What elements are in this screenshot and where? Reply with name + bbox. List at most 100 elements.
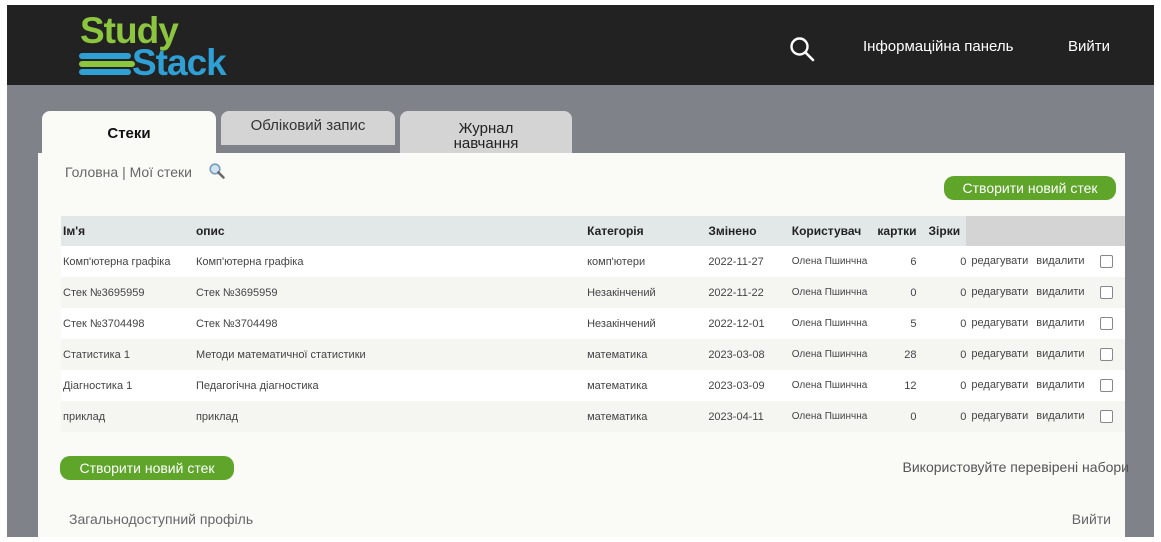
cell-modified: 2022-11-27 <box>708 246 792 277</box>
cell-modified: 2023-03-08 <box>708 339 792 370</box>
column-header-name[interactable]: Ім'я <box>61 216 196 246</box>
magnifier-icon[interactable] <box>208 162 226 180</box>
cell-cards: 6 <box>872 246 921 277</box>
verified-sets-link[interactable]: Використовуйте перевірені набори <box>903 459 1129 475</box>
delete-link[interactable]: видалити <box>1036 255 1084 267</box>
cell-category: математика <box>587 370 709 401</box>
cell-name[interactable]: Статистика 1 <box>61 339 196 370</box>
row-checkbox[interactable] <box>1099 348 1113 361</box>
cell-stars: 0 <box>920 339 967 370</box>
cell-user[interactable]: Олена Пшинчна <box>791 277 873 308</box>
cell-actions: редагувати видалити <box>966 246 1125 277</box>
cell-category: комп'ютери <box>587 246 709 277</box>
cell-cards: 28 <box>872 339 921 370</box>
cell-user[interactable]: Олена Пшинчна <box>791 246 873 277</box>
cell-description: Комп'ютерна графіка <box>195 246 588 277</box>
cell-name[interactable]: Діагностика 1 <box>61 370 196 401</box>
row-checkbox[interactable] <box>1099 410 1113 423</box>
logo[interactable]: Study Stack <box>77 11 257 83</box>
cell-description: Стек №3695959 <box>195 277 588 308</box>
cell-category: Незакінчений <box>587 308 709 339</box>
cell-cards: 12 <box>872 370 921 401</box>
cell-user[interactable]: Олена Пшинчна <box>791 370 873 401</box>
cell-user[interactable]: Олена Пшинчна <box>791 339 873 370</box>
create-stack-button-bottom[interactable]: Створити новий стек <box>60 456 234 480</box>
column-header-stars[interactable]: Зірки <box>920 216 967 246</box>
delete-link[interactable]: видалити <box>1036 286 1084 298</box>
logo-books-icon <box>79 51 135 77</box>
logout-link[interactable]: Вийти <box>1068 38 1110 55</box>
column-header-actions <box>966 216 1125 246</box>
public-profile-link[interactable]: Загальнодоступний профіль <box>69 511 253 527</box>
delete-link[interactable]: видалити <box>1036 317 1084 329</box>
top-bar: Study Stack Інформаційна панель Вийти <box>7 5 1154 85</box>
edit-link[interactable]: редагувати <box>971 410 1028 422</box>
cell-user[interactable]: Олена Пшинчна <box>791 401 873 432</box>
cell-name[interactable]: Стек №3695959 <box>61 277 196 308</box>
cell-stars: 0 <box>920 277 967 308</box>
cell-category: математика <box>587 339 709 370</box>
delete-link[interactable]: видалити <box>1036 410 1084 422</box>
cell-modified: 2023-04-11 <box>708 401 792 432</box>
cell-actions: редагувати видалити <box>966 339 1125 370</box>
tab-stacks[interactable]: Стеки <box>42 111 216 154</box>
tab-stacks-label: Стеки <box>107 125 151 142</box>
stacks-table: Ім'я опис Категорія Змінено Користувач к… <box>61 216 1125 432</box>
row-checkbox[interactable] <box>1099 317 1113 330</box>
row-checkbox[interactable] <box>1099 255 1113 268</box>
create-stack-button-top[interactable]: Створити новий стек <box>944 176 1116 200</box>
cell-actions: редагувати видалити <box>966 308 1125 339</box>
cell-actions: редагувати видалити <box>966 277 1125 308</box>
column-header-user[interactable]: Користувач <box>791 216 873 246</box>
cell-category: Незакінчений <box>587 277 709 308</box>
cell-actions: редагувати видалити <box>966 370 1125 401</box>
search-icon[interactable] <box>789 36 815 62</box>
cell-stars: 0 <box>920 401 967 432</box>
column-header-modified[interactable]: Змінено <box>708 216 792 246</box>
footer-logout-link[interactable]: Вийти <box>1072 511 1111 527</box>
table-row: приклад приклад математика 2023-04-11 Ол… <box>61 401 1125 432</box>
cell-modified: 2022-11-22 <box>708 277 792 308</box>
table-header-row: Ім'я опис Категорія Змінено Користувач к… <box>61 216 1125 246</box>
cell-stars: 0 <box>920 370 967 401</box>
delete-link[interactable]: видалити <box>1036 379 1084 391</box>
edit-link[interactable]: редагувати <box>971 255 1028 267</box>
table-row: Діагностика 1 Педагогічна діагностика ма… <box>61 370 1125 401</box>
table-row: Стек №3695959 Стек №3695959 Незакінчений… <box>61 277 1125 308</box>
cell-description: Стек №3704498 <box>195 308 588 339</box>
row-checkbox[interactable] <box>1099 379 1113 392</box>
column-header-description[interactable]: опис <box>195 216 588 246</box>
logo-line2: Stack <box>132 42 227 83</box>
cell-user[interactable]: Олена Пшинчна <box>791 308 873 339</box>
tab-account[interactable]: Обліковий запис <box>221 111 395 145</box>
cell-modified: 2023-03-09 <box>708 370 792 401</box>
edit-link[interactable]: редагувати <box>971 379 1028 391</box>
stacks-panel: Головна | Мої стеки Створити новий стек … <box>38 153 1129 537</box>
tab-study-log-label: Журнал навчання <box>453 120 519 152</box>
table-row: Комп'ютерна графіка Комп'ютерна графіка … <box>61 246 1125 277</box>
edit-link[interactable]: редагувати <box>971 286 1028 298</box>
column-header-cards[interactable]: картки <box>872 216 921 246</box>
cell-name[interactable]: Комп'ютерна графіка <box>61 246 196 277</box>
cell-stars: 0 <box>920 308 967 339</box>
edit-link[interactable]: редагувати <box>971 348 1028 360</box>
dashboard-link[interactable]: Інформаційна панель <box>863 38 1013 55</box>
table-row: Статистика 1 Методи математичної статист… <box>61 339 1125 370</box>
column-header-category[interactable]: Категорія <box>587 216 709 246</box>
cell-name[interactable]: приклад <box>61 401 196 432</box>
cell-actions: редагувати видалити <box>966 401 1125 432</box>
cell-cards: 0 <box>872 277 921 308</box>
delete-link[interactable]: видалити <box>1036 348 1084 360</box>
edit-link[interactable]: редагувати <box>971 317 1028 329</box>
row-checkbox[interactable] <box>1099 286 1113 299</box>
cell-name[interactable]: Стек №3704498 <box>61 308 196 339</box>
cell-cards: 0 <box>872 401 921 432</box>
cell-stars: 0 <box>920 246 967 277</box>
breadcrumb[interactable]: Головна | Мої стеки <box>65 164 192 180</box>
tab-account-label: Обліковий запис <box>250 117 366 134</box>
tab-study-log[interactable]: Журнал навчання <box>400 111 572 157</box>
cell-description: Методи математичної статистики <box>195 339 588 370</box>
cell-description: приклад <box>195 401 588 432</box>
cell-modified: 2022-12-01 <box>708 308 792 339</box>
cell-cards: 5 <box>872 308 921 339</box>
